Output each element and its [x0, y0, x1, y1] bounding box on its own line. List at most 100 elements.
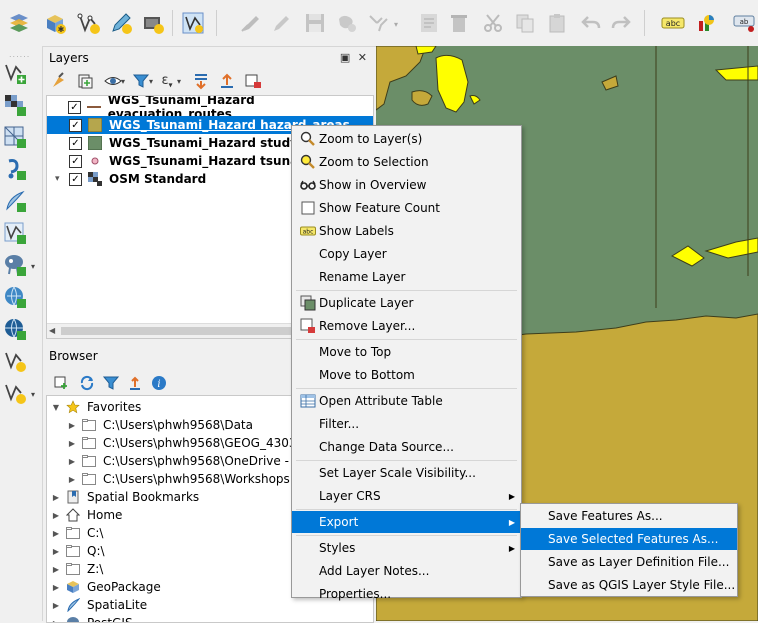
- menu-item-move-to-top[interactable]: Move to Top: [292, 341, 521, 363]
- new-spatialite-layer-icon[interactable]: [2, 380, 28, 406]
- submenu-item-save-selected-features-as[interactable]: Save Selected Features As...: [521, 528, 737, 550]
- collapse-all-browser-icon[interactable]: [125, 373, 145, 393]
- menu-item-styles[interactable]: Styles▶: [292, 537, 521, 559]
- add-vector-layer-icon[interactable]: [2, 60, 28, 86]
- submenu-item-save-as-layer-definition-file[interactable]: Save as Layer Definition File...: [521, 551, 737, 573]
- browser-item[interactable]: ▶Q:\: [51, 542, 105, 560]
- label-abc-icon[interactable]: abc: [660, 10, 686, 36]
- browser-item[interactable]: ▶C:\Users\phwh9568\Data: [67, 416, 253, 434]
- layer-visibility-checkbox[interactable]: ✓: [69, 155, 82, 168]
- digitize-vertex-icon[interactable]: [76, 10, 102, 36]
- menu-item-copy-layer[interactable]: Copy Layer: [292, 243, 521, 265]
- layer-visibility-checkbox[interactable]: ✓: [69, 119, 82, 132]
- menu-item-export[interactable]: Export▶: [292, 511, 521, 533]
- remove-layer-icon[interactable]: [243, 71, 263, 91]
- browser-item[interactable]: ▶PostGIS: [51, 614, 133, 623]
- layer-visibility-checkbox[interactable]: ✓: [69, 173, 82, 186]
- menu-item-properties[interactable]: Properties...: [292, 583, 521, 605]
- expand-arrow-right-icon[interactable]: ▶: [51, 583, 61, 592]
- browser-item[interactable]: ▶Spatial Bookmarks: [51, 488, 199, 506]
- expand-arrow-down-icon[interactable]: ▼: [51, 403, 61, 412]
- open-styling-icon[interactable]: [49, 71, 69, 91]
- layer-visibility-checkbox[interactable]: ✓: [68, 101, 81, 114]
- overview-glasses-icon: [300, 177, 316, 193]
- browser-item[interactable]: ▼Favorites: [51, 398, 141, 416]
- manage-visibility-icon[interactable]: [103, 71, 123, 91]
- add-mesh-layer-icon[interactable]: [2, 124, 28, 150]
- menu-item-label: Zoom to Selection: [319, 155, 429, 169]
- browser-item[interactable]: ▶GeoPackage: [51, 578, 161, 596]
- add-postgis-layer-icon[interactable]: [2, 252, 28, 278]
- expand-arrow-right-icon[interactable]: ▶: [51, 493, 61, 502]
- add-virtual-layer-icon[interactable]: [2, 220, 28, 246]
- panel-float-close-buttons[interactable]: ▣ ✕: [340, 51, 369, 64]
- menu-item-label: Rename Layer: [319, 270, 405, 284]
- folder-icon: [65, 563, 81, 575]
- vertex-tool-icon[interactable]: [180, 10, 206, 36]
- browser-item[interactable]: ▶ Z:\: [51, 560, 103, 578]
- add-delimited-text-icon[interactable]: [2, 156, 28, 182]
- expand-all-icon[interactable]: [191, 71, 211, 91]
- filter-expression-icon[interactable]: ε▾: [157, 71, 177, 91]
- expand-arrow-right-icon[interactable]: ▶: [51, 565, 61, 574]
- expand-arrow-right-icon[interactable]: ▶: [67, 475, 77, 484]
- expand-arrow-right-icon[interactable]: ▶: [67, 457, 77, 466]
- menu-item-add-layer-notes[interactable]: Add Layer Notes...: [292, 560, 521, 582]
- info-icon[interactable]: i: [149, 373, 169, 393]
- expand-arrow-right-icon[interactable]: ▶: [51, 601, 61, 610]
- menu-item-change-data-source[interactable]: Change Data Source...: [292, 436, 521, 458]
- add-raster-layer-icon[interactable]: [2, 92, 28, 118]
- refresh-icon[interactable]: [77, 373, 97, 393]
- add-wms-layer-icon[interactable]: [2, 284, 28, 310]
- menu-item-show-feature-count[interactable]: Show Feature Count: [292, 197, 521, 219]
- menu-item-zoom-to-selection[interactable]: Zoom to Selection: [292, 151, 521, 173]
- diagram-pie-icon[interactable]: [694, 10, 720, 36]
- menu-item-show-in-overview[interactable]: Show in Overview: [292, 174, 521, 196]
- menu-item-duplicate-layer[interactable]: Duplicate Layer: [292, 292, 521, 314]
- browser-item[interactable]: ▶C:\Users\phwh9568\Workshops: [67, 470, 290, 488]
- browser-item[interactable]: ▶C:\: [51, 524, 103, 542]
- line-symbol-icon: [87, 100, 101, 114]
- browser-item-label: SpatiaLite: [87, 598, 147, 612]
- add-wfs-layer-icon[interactable]: [2, 316, 28, 342]
- new-geopackage-icon[interactable]: ✱: [42, 10, 68, 36]
- label-tool-icon[interactable]: ab: [732, 10, 758, 36]
- layer-row-evacuation-routes[interactable]: ✓ WGS_Tsunami_Hazard evacuation_routes: [47, 98, 373, 116]
- export-submenu: Save Features As...Save Selected Feature…: [520, 503, 738, 597]
- submenu-item-save-as-qgis-layer-style-file[interactable]: Save as QGIS Layer Style File...: [521, 574, 737, 596]
- expand-arrow-right-icon[interactable]: ▶: [67, 421, 77, 430]
- browser-item-label: Z:\: [87, 562, 103, 576]
- menu-item-set-layer-scale-visibility[interactable]: Set Layer Scale Visibility...: [292, 462, 521, 484]
- filter-browser-icon[interactable]: [101, 373, 121, 393]
- browser-item[interactable]: ▶ SpatiaLite: [51, 596, 147, 614]
- add-spatialite-layer-icon[interactable]: [2, 188, 28, 214]
- expand-arrow-right-icon[interactable]: ▶: [51, 529, 61, 538]
- expand-arrow-right-icon[interactable]: ▶: [67, 439, 77, 448]
- layer-visibility-checkbox[interactable]: ✓: [69, 137, 82, 150]
- filter-legend-icon[interactable]: [131, 71, 151, 91]
- expand-arrow-right-icon[interactable]: ▶: [51, 511, 61, 520]
- browser-item-label: PostGIS: [87, 616, 133, 623]
- menu-item-zoom-to-layer-s[interactable]: Zoom to Layer(s): [292, 128, 521, 150]
- browser-item[interactable]: ▶C:\Users\phwh9568\GEOG_4303: [67, 434, 297, 452]
- layer-styling-icon[interactable]: [6, 10, 32, 36]
- add-group-icon[interactable]: [75, 71, 95, 91]
- menu-item-open-attribute-table[interactable]: Open Attribute Table: [292, 390, 521, 412]
- browser-item[interactable]: ▶Home: [51, 506, 122, 524]
- menu-item-remove-layer[interactable]: Remove Layer...: [292, 315, 521, 337]
- collapse-all-icon[interactable]: [217, 71, 237, 91]
- attributes-form-icon[interactable]: [140, 10, 166, 36]
- collapse-arrow-icon[interactable]: ▾: [55, 174, 69, 184]
- menu-item-show-labels[interactable]: abcShow Labels: [292, 220, 521, 242]
- edit-pencil-icon[interactable]: [108, 10, 134, 36]
- menu-item-rename-layer[interactable]: Rename Layer: [292, 266, 521, 288]
- submenu-item-save-features-as[interactable]: Save Features As...: [521, 505, 737, 527]
- menu-item-layer-crs[interactable]: Layer CRS▶: [292, 485, 521, 507]
- browser-item[interactable]: ▶C:\Users\phwh9568\OneDrive - UCB: [67, 452, 318, 470]
- menu-item-filter[interactable]: Filter...: [292, 413, 521, 435]
- submenu-item-label: Save as Layer Definition File...: [548, 555, 729, 569]
- new-shapefile-layer-icon[interactable]: [2, 348, 28, 374]
- menu-item-move-to-bottom[interactable]: Move to Bottom: [292, 364, 521, 386]
- add-selected-layers-icon[interactable]: [51, 373, 71, 393]
- expand-arrow-right-icon[interactable]: ▶: [51, 547, 61, 556]
